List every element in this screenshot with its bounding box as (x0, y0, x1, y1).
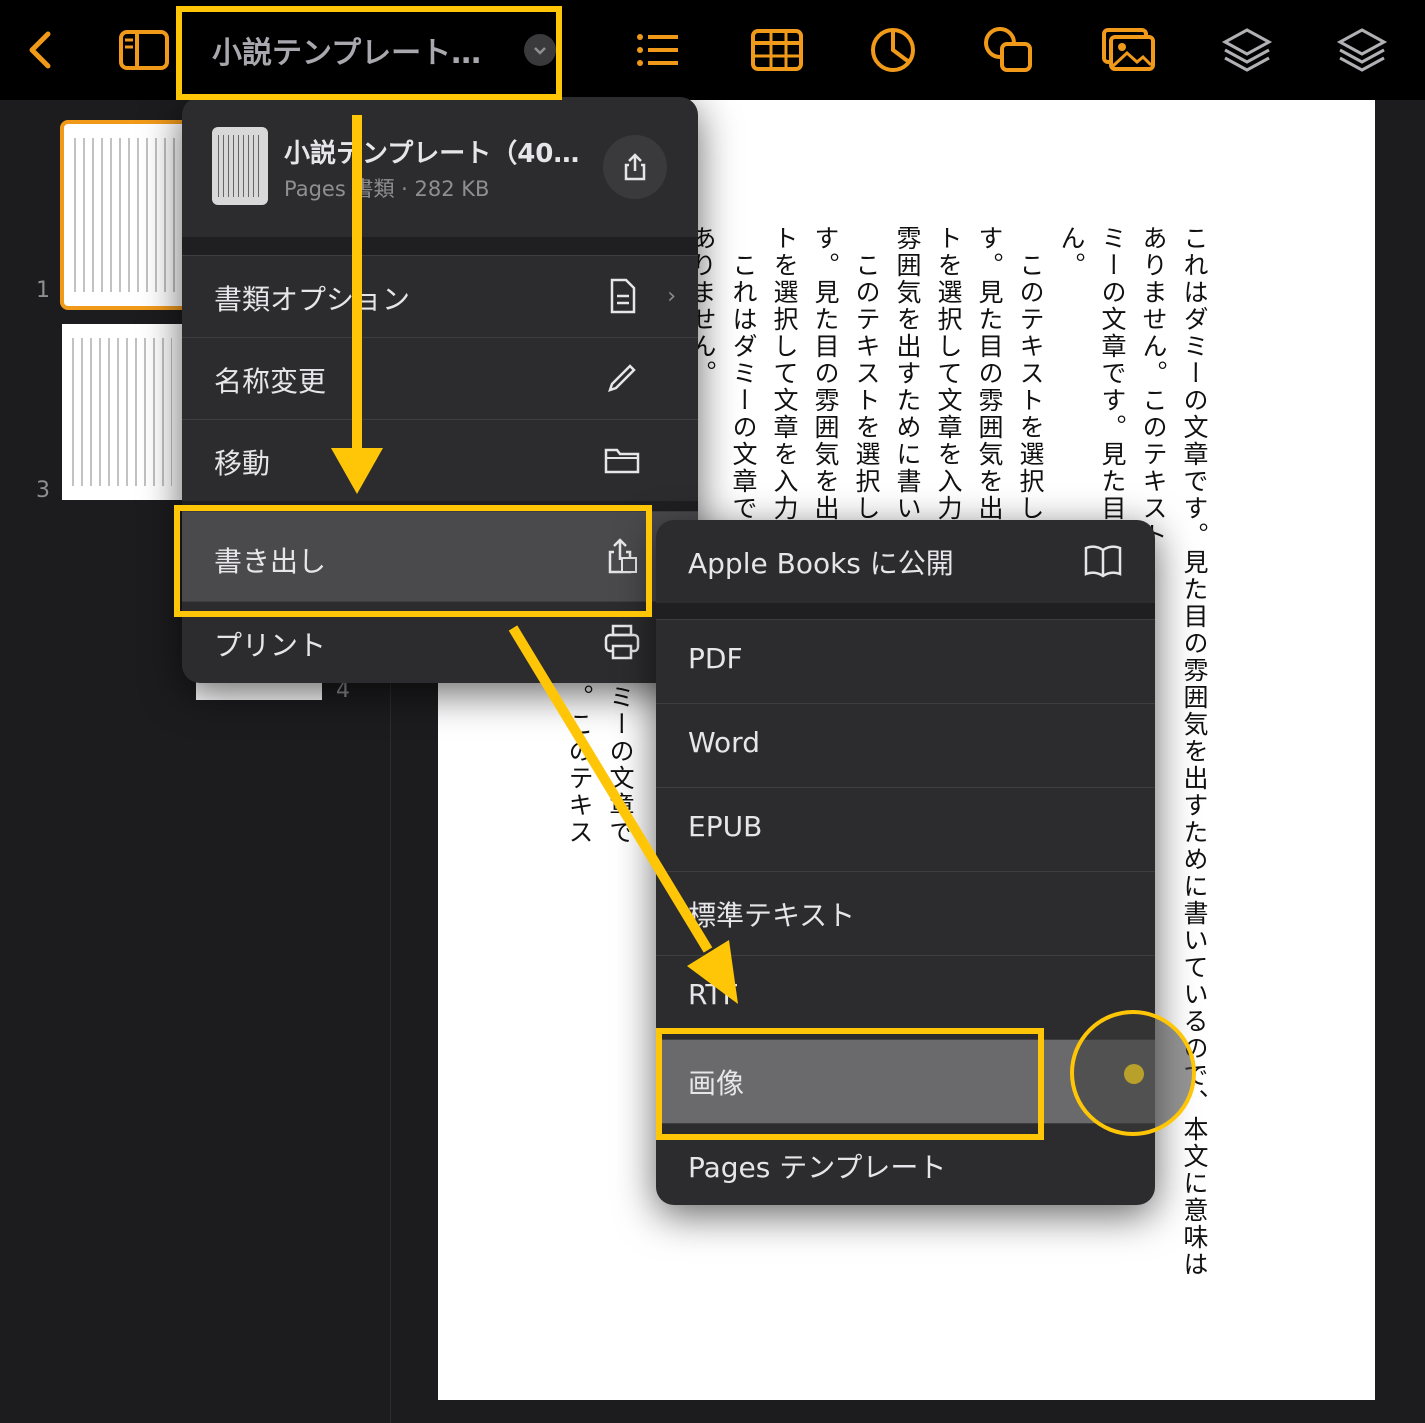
annotation-arrows (331, 115, 738, 1004)
